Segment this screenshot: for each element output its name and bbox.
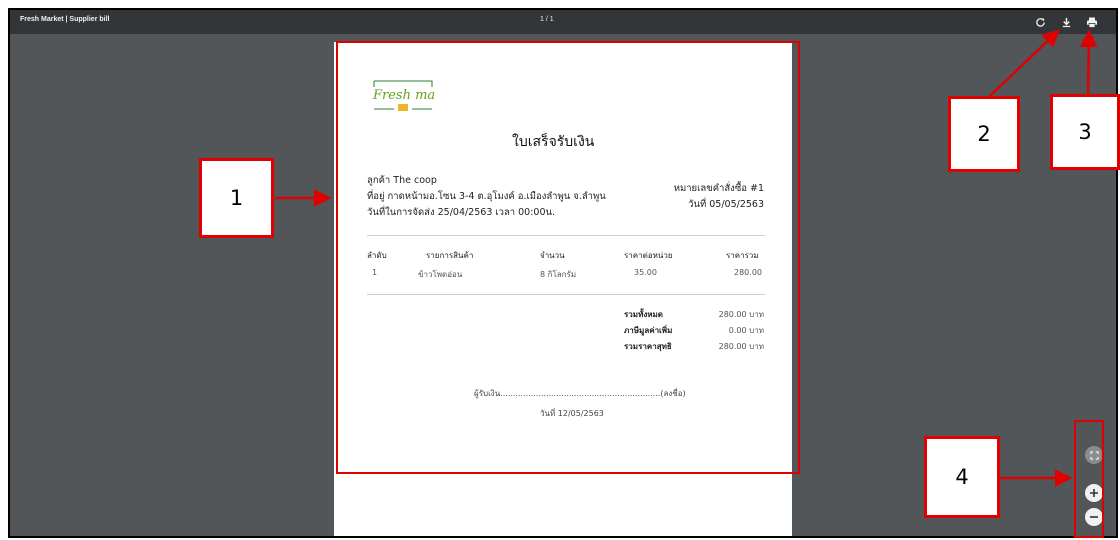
callout-number-3: 3 bbox=[1050, 94, 1120, 170]
print-icon[interactable] bbox=[1084, 14, 1100, 30]
callout-box-receipt bbox=[336, 41, 800, 474]
document-title: Fresh Market | Supplier bill bbox=[20, 16, 110, 23]
rotate-icon[interactable] bbox=[1032, 14, 1048, 30]
callout-box-zoom bbox=[1074, 420, 1104, 538]
page-indicator: 1 / 1 bbox=[540, 16, 554, 23]
viewer-toolbar: Fresh Market | Supplier bill 1 / 1 bbox=[10, 10, 1116, 34]
callout-number-1: 1 bbox=[199, 158, 274, 238]
download-icon[interactable] bbox=[1058, 14, 1074, 30]
callout-number-2: 2 bbox=[948, 96, 1020, 172]
callout-number-4: 4 bbox=[924, 436, 1000, 518]
